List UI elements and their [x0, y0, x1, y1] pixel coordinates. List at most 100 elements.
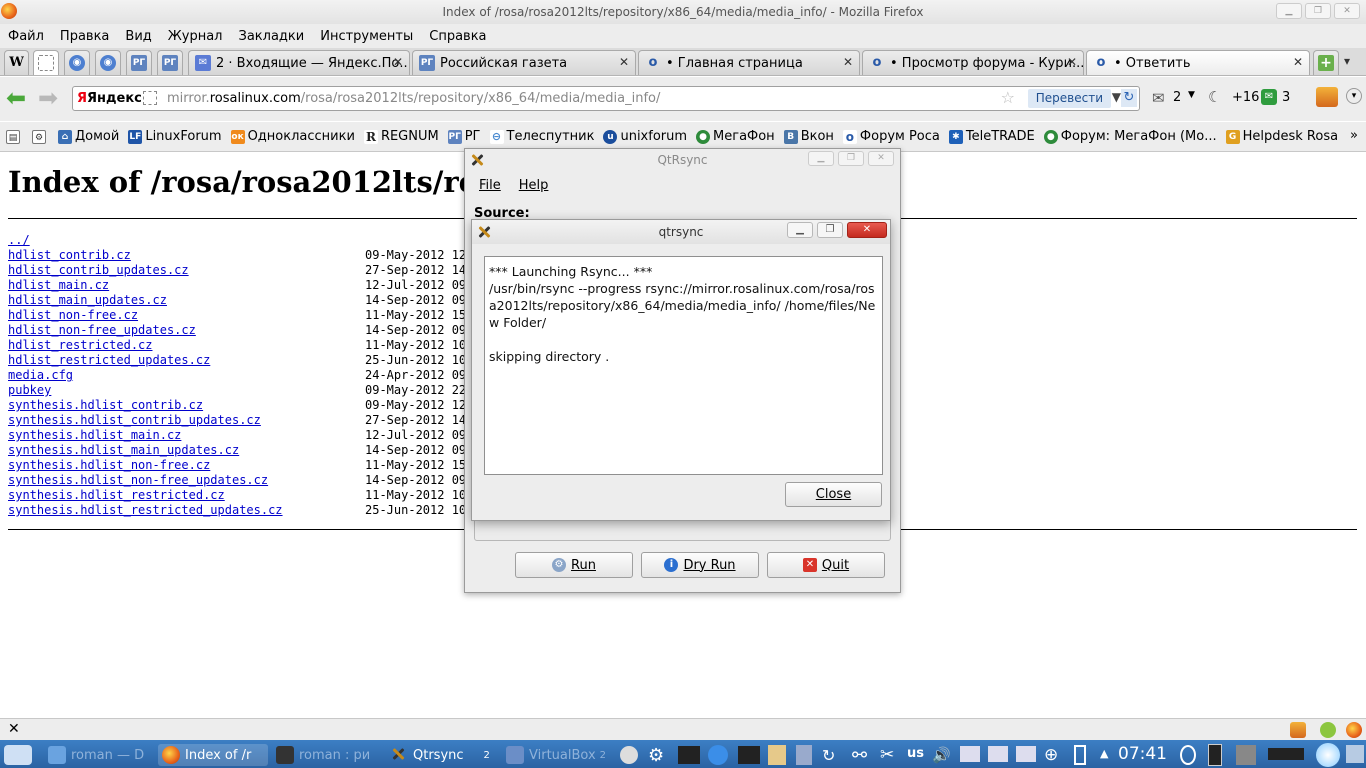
forward-arrow-icon[interactable]: ➡	[38, 85, 58, 111]
qtrsync-close-button[interactable]: ✕	[868, 151, 894, 166]
tab-reply-active[interactable]: o • Ответить ✕	[1086, 50, 1310, 75]
system-monitor-icon[interactable]	[678, 746, 700, 764]
quit-button[interactable]: ✕ Quit	[767, 552, 885, 578]
close-tab-icon[interactable]: ✕	[1293, 55, 1303, 69]
bookmark-regnum[interactable]: R REGNUM	[363, 129, 439, 144]
menu-help[interactable]: Справка	[429, 29, 486, 44]
trash-icon[interactable]	[796, 745, 812, 765]
pinned-tab-rg-1[interactable]: РГ	[126, 50, 152, 75]
file-link[interactable]: synthesis.hdlist_contrib.cz	[8, 398, 365, 413]
dialog-maximize-button[interactable]: ❐	[817, 222, 843, 238]
pinned-tab-1[interactable]: ◉	[64, 50, 90, 75]
file-link[interactable]: synthesis.hdlist_non-free.cz	[8, 458, 365, 473]
tab-main-page[interactable]: o • Главная страница ✕	[638, 50, 860, 75]
file-link[interactable]: hdlist_non-free.cz	[8, 308, 365, 323]
refresh-icon[interactable]: ↻	[822, 746, 835, 765]
power-icon[interactable]	[1180, 745, 1196, 765]
firefox-status-icon[interactable]	[1346, 722, 1362, 738]
menu-view[interactable]: Вид	[125, 29, 151, 44]
dry-run-button[interactable]: i Dry Run	[641, 552, 759, 578]
task-dolphin[interactable]: roman — D	[44, 744, 154, 766]
menu-file[interactable]: Файл	[8, 29, 44, 44]
close-tab-icon[interactable]: ✕	[393, 55, 403, 69]
weather-moon-icon[interactable]: ☾	[1208, 88, 1221, 106]
terminal-launcher-icon[interactable]	[738, 746, 760, 764]
menu-edit[interactable]: Правка	[60, 29, 109, 44]
tray-app-icon[interactable]	[620, 746, 638, 764]
mail-dropdown-icon[interactable]: ▼	[1188, 90, 1195, 100]
pinned-tab-wikipedia[interactable]: W	[4, 50, 29, 75]
keyboard-layout[interactable]: us	[907, 746, 924, 761]
file-link[interactable]: synthesis.hdlist_contrib_updates.cz	[8, 413, 365, 428]
back-arrow-icon[interactable]: ⬅	[6, 85, 26, 111]
file-link[interactable]: hdlist_restricted.cz	[8, 338, 365, 353]
status-panel-icon[interactable]	[1268, 748, 1304, 760]
tray-expand-icon[interactable]: ▲	[1100, 747, 1108, 760]
bookmarks-settings-icon[interactable]: ⚙	[32, 129, 49, 144]
url-dropdown-icon[interactable]: ▼	[1112, 90, 1121, 104]
qtrsync-minimize-button[interactable]: ▁	[808, 151, 834, 166]
bookmark-megafon[interactable]: ● МегаФон	[696, 129, 775, 144]
bookmark-rg[interactable]: РГ РГ	[447, 129, 481, 144]
reload-icon[interactable]: ↻	[1121, 89, 1137, 107]
pinned-tab-blank[interactable]	[33, 50, 59, 75]
tab-yandex-mail[interactable]: ✉ 2 · Входящие — Яндекс.По... ✕	[188, 50, 410, 75]
clock[interactable]: 07:41	[1118, 744, 1167, 764]
qtrsync-menu-file[interactable]: File	[479, 178, 501, 193]
pinned-tab-2[interactable]: ◉	[95, 50, 121, 75]
file-link[interactable]: synthesis.hdlist_non-free_updates.cz	[8, 473, 365, 488]
menu-bookmarks[interactable]: Закладки	[239, 29, 305, 44]
launcher-orb-icon[interactable]	[1316, 743, 1340, 767]
network-icon-3[interactable]	[1016, 746, 1036, 762]
file-link[interactable]: hdlist_main_updates.cz	[8, 293, 365, 308]
show-desktop-icon[interactable]	[1346, 745, 1364, 763]
battery-icon[interactable]	[1074, 745, 1086, 765]
start-menu-icon[interactable]	[4, 745, 32, 765]
status-green-icon[interactable]	[1320, 722, 1336, 738]
tab-rg[interactable]: РГ Российская газета ✕	[412, 50, 636, 75]
file-link[interactable]: synthesis.hdlist_main_updates.cz	[8, 443, 365, 458]
task-qtrsync[interactable]: Qtrsync 2	[386, 744, 498, 766]
file-link[interactable]: synthesis.hdlist_restricted.cz	[8, 488, 365, 503]
run-button[interactable]: ⚙ Run	[515, 552, 633, 578]
dialog-minimize-button[interactable]: ▁	[787, 222, 813, 238]
task-terminal[interactable]: roman : ри	[272, 744, 382, 766]
qtrsync-maximize-button[interactable]: ❐	[838, 151, 864, 166]
file-link[interactable]: hdlist_main.cz	[8, 278, 365, 293]
user-icon[interactable]	[1236, 745, 1256, 765]
bookmark-forum-megafon[interactable]: ● Форум: МегаФон (Мо...	[1043, 129, 1217, 144]
settings-gear-icon[interactable]: ⚙	[648, 745, 664, 766]
menu-tools[interactable]: Инструменты	[320, 29, 413, 44]
volume-icon[interactable]: 🔊	[932, 746, 951, 764]
new-tab-button[interactable]: +	[1313, 50, 1339, 75]
tab-forum[interactable]: o • Просмотр форума - Кури... ✕	[862, 50, 1084, 75]
url-bar[interactable]: ЯЯндекс mirror.rosalinux.com/rosa/rosa20…	[72, 86, 1140, 111]
file-link[interactable]: hdlist_contrib_updates.cz	[8, 263, 365, 278]
qtrsync-menu-help[interactable]: Help	[519, 178, 549, 193]
bookmark-telesputnik[interactable]: ⊖ Телеспутник	[489, 129, 594, 144]
translate-button[interactable]: Перевести	[1027, 89, 1111, 108]
close-tab-icon[interactable]: ✕	[619, 55, 629, 69]
url-text[interactable]: mirror.rosalinux.com/rosa/rosa2012lts/re…	[167, 91, 660, 106]
rsync-output-text[interactable]: *** Launching Rsync... *** /usr/bin/rsyn…	[484, 256, 883, 475]
close-tab-icon[interactable]: ✕	[1067, 55, 1077, 69]
parent-directory-link[interactable]: ../	[8, 233, 365, 248]
bookmark-star-icon[interactable]: ☆	[1001, 88, 1015, 107]
dialog-close-window-button[interactable]: ✕	[847, 222, 887, 238]
menu-chevron-icon[interactable]: ▾	[1346, 88, 1362, 104]
close-findbar-icon[interactable]: ✕	[8, 721, 20, 737]
clipboard-icon[interactable]	[768, 745, 786, 765]
file-link[interactable]: hdlist_restricted_updates.cz	[8, 353, 365, 368]
tab-list-chevron-icon[interactable]: ▾	[1344, 54, 1350, 68]
close-tab-icon[interactable]: ✕	[843, 55, 853, 69]
yandex-search-brand[interactable]: ЯЯндекс	[77, 90, 142, 108]
file-link[interactable]: synthesis.hdlist_main.cz	[8, 428, 365, 443]
close-window-button[interactable]: ✕	[1334, 3, 1360, 19]
bookmark-teletrade[interactable]: ✱ TeleTRADE	[948, 129, 1035, 144]
browser-icon[interactable]	[708, 745, 728, 765]
bookmarks-menu-icon[interactable]: ▤	[6, 129, 23, 144]
phone-icon[interactable]	[1208, 744, 1222, 766]
file-link[interactable]: hdlist_non-free_updates.cz	[8, 323, 365, 338]
bookmark-unixforum[interactable]: u unixforum	[603, 129, 687, 144]
bookmark-home[interactable]: ⌂ Домой	[58, 129, 119, 144]
